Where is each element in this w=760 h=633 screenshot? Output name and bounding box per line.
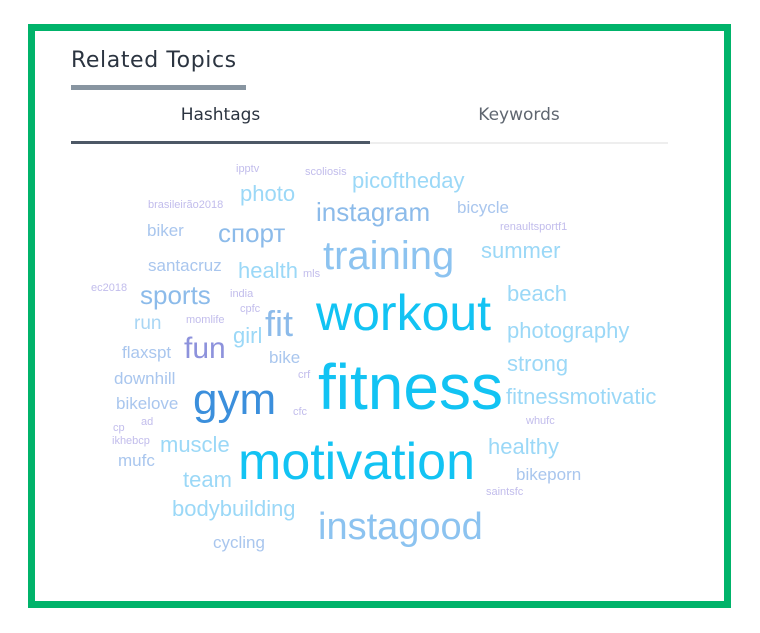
- hashtag-word[interactable]: picoftheday: [352, 170, 465, 192]
- hashtag-word[interactable]: fitnessmotivatic: [506, 386, 656, 408]
- hashtag-word[interactable]: santacruz: [148, 257, 222, 274]
- hashtag-word[interactable]: whufc: [526, 416, 555, 427]
- hashtag-word[interactable]: summer: [481, 240, 560, 262]
- hashtag-word[interactable]: bicycle: [457, 199, 509, 216]
- hashtag-word[interactable]: спорт: [218, 220, 285, 246]
- hashtag-word[interactable]: renaultsportf1: [500, 222, 567, 233]
- hashtag-word[interactable]: fitness: [318, 355, 503, 419]
- tab-keywords[interactable]: Keywords: [370, 105, 668, 145]
- hashtag-word[interactable]: cycling: [213, 534, 265, 551]
- hashtag-word[interactable]: instagood: [318, 508, 483, 546]
- hashtag-word[interactable]: photo: [240, 183, 295, 205]
- hashtag-word[interactable]: crf: [298, 370, 310, 381]
- hashtag-word[interactable]: team: [183, 469, 232, 491]
- hashtag-word[interactable]: flaxspt: [122, 344, 171, 361]
- hashtag-word[interactable]: sports: [140, 282, 211, 308]
- hashtag-word[interactable]: health: [238, 260, 298, 282]
- hashtag-word[interactable]: cp: [113, 423, 125, 434]
- hashtag-word[interactable]: bike: [269, 349, 300, 366]
- hashtag-word[interactable]: instagram: [316, 199, 430, 225]
- hashtag-word[interactable]: bikelove: [116, 395, 178, 412]
- hashtag-word[interactable]: muscle: [160, 434, 230, 456]
- hashtag-word[interactable]: training: [323, 236, 454, 276]
- hashtag-word[interactable]: ikhebcp: [112, 436, 150, 447]
- hashtag-word[interactable]: healthy: [488, 436, 559, 458]
- hashtag-word[interactable]: ec2018: [91, 283, 127, 294]
- hashtag-word[interactable]: fun: [184, 334, 226, 364]
- hashtag-word[interactable]: cfc: [293, 407, 307, 418]
- hashtag-word[interactable]: motivation: [238, 436, 475, 488]
- hashtag-word[interactable]: scoliosis: [305, 167, 347, 178]
- hashtag-word[interactable]: mufc: [118, 452, 155, 469]
- hashtag-word[interactable]: photography: [507, 320, 629, 342]
- title-underline: [71, 85, 246, 90]
- hashtag-word[interactable]: momlife: [186, 315, 225, 326]
- hashtag-word[interactable]: bodybuilding: [172, 498, 296, 520]
- hashtag-word[interactable]: fit: [265, 305, 293, 342]
- hashtag-word[interactable]: ipptv: [236, 164, 259, 175]
- hashtag-word[interactable]: cpfc: [240, 304, 260, 315]
- hashtag-word[interactable]: biker: [147, 222, 184, 239]
- hashtag-word[interactable]: girl: [233, 325, 262, 347]
- hashtag-word[interactable]: ad: [141, 417, 153, 428]
- hashtag-word[interactable]: gym: [193, 378, 276, 422]
- tab-hashtags[interactable]: Hashtags: [71, 105, 370, 145]
- tab-keywords-indicator: [370, 142, 668, 144]
- hashtag-word[interactable]: mls: [303, 269, 320, 280]
- hashtag-word[interactable]: strong: [507, 353, 568, 375]
- panel-title: Related Topics: [71, 48, 237, 73]
- hashtag-word[interactable]: brasileirão2018: [148, 200, 223, 211]
- hashtag-word[interactable]: run: [134, 314, 161, 333]
- hashtag-word[interactable]: bikeporn: [516, 466, 581, 483]
- hashtag-word[interactable]: workout: [316, 288, 491, 338]
- hashtag-word[interactable]: beach: [507, 283, 567, 305]
- hashtag-word[interactable]: downhill: [114, 370, 175, 387]
- hashtag-word[interactable]: india: [230, 289, 253, 300]
- hashtag-word[interactable]: saintsfc: [486, 487, 523, 498]
- tab-hashtags-active-indicator: [71, 141, 370, 144]
